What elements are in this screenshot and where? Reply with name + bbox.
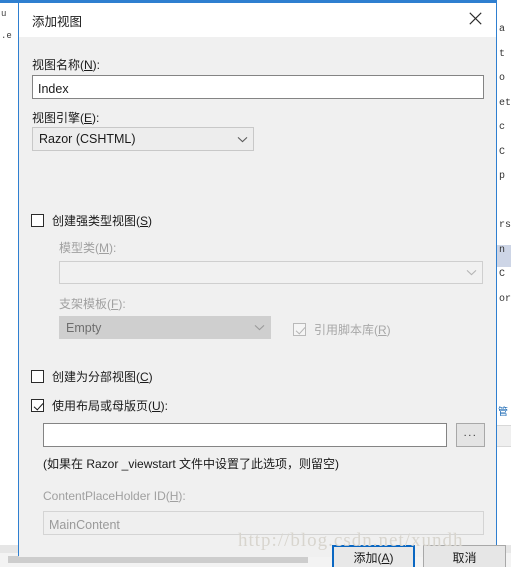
browse-layout-button[interactable]: ... bbox=[456, 423, 485, 447]
checkbox-box bbox=[293, 323, 306, 336]
dialog-titlebar: 添加视图 bbox=[19, 3, 496, 37]
view-engine-label: 视图引擎(E): bbox=[32, 111, 100, 125]
create-partial-view-checkbox[interactable]: 创建为分部视图(C) bbox=[31, 368, 153, 385]
view-engine-combobox[interactable]: Razor (CSHTML) bbox=[32, 127, 254, 151]
scaffold-template-label: 支架模板(F): bbox=[59, 297, 126, 311]
strongly-typed-view-checkbox[interactable]: 创建强类型视图(S) bbox=[31, 212, 152, 229]
background-right-link: 管 bbox=[498, 407, 508, 418]
background-right-panel bbox=[497, 425, 511, 447]
chevron-down-icon bbox=[248, 324, 270, 331]
scaffold-template-value: Empty bbox=[66, 320, 102, 335]
checkbox-box bbox=[31, 370, 44, 383]
dialog-title: 添加视图 bbox=[32, 15, 83, 29]
layout-path-input[interactable] bbox=[43, 423, 447, 447]
chevron-down-icon bbox=[231, 136, 253, 143]
reference-script-libraries-checkbox[interactable]: 引用脚本库(R) bbox=[293, 321, 391, 338]
view-name-input[interactable] bbox=[32, 75, 484, 99]
chevron-down-icon bbox=[460, 269, 482, 276]
use-layout-page-label: 使用布局或母版页(U): bbox=[52, 399, 169, 413]
background-horizontal-scrollbar[interactable] bbox=[8, 556, 308, 563]
scaffold-template-combobox[interactable]: Empty bbox=[59, 316, 271, 339]
add-button[interactable]: 添加(A) bbox=[332, 545, 415, 567]
checkbox-box bbox=[31, 399, 44, 412]
create-partial-view-label: 创建为分部视图(C) bbox=[52, 370, 153, 384]
close-icon[interactable] bbox=[454, 3, 496, 33]
add-view-dialog: 添加视图 视图名称(N): 视图引擎(E): Razor (CSHTML) 创建 bbox=[18, 0, 506, 567]
reference-script-libraries-label: 引用脚本库(R) bbox=[314, 323, 391, 337]
model-class-combobox[interactable] bbox=[59, 261, 483, 284]
model-class-label: 模型类(M): bbox=[59, 241, 117, 255]
background-left-strip bbox=[0, 0, 18, 567]
background-right-code-text: a t o et c C p rs n C or bbox=[499, 24, 511, 305]
view-name-label: 视图名称(N): bbox=[32, 58, 101, 72]
view-engine-value: Razor (CSHTML) bbox=[39, 132, 136, 146]
use-layout-page-checkbox[interactable]: 使用布局或母版页(U): bbox=[31, 397, 168, 414]
layout-hint-text: (如果在 Razor _viewstart 文件中设置了此选项，则留空) bbox=[43, 457, 340, 471]
checkbox-box bbox=[31, 214, 44, 227]
cancel-button[interactable]: 取消 bbox=[423, 545, 506, 567]
strongly-typed-view-label: 创建强类型视图(S) bbox=[52, 214, 153, 228]
contentplaceholder-id-input[interactable] bbox=[43, 511, 484, 535]
contentplaceholder-id-label: ContentPlaceHolder ID(H): bbox=[43, 489, 186, 503]
dialog-body: 视图名称(N): 视图引擎(E): Razor (CSHTML) 创建强类型视图… bbox=[19, 37, 506, 567]
background-left-code-text: u .e bbox=[1, 9, 12, 41]
